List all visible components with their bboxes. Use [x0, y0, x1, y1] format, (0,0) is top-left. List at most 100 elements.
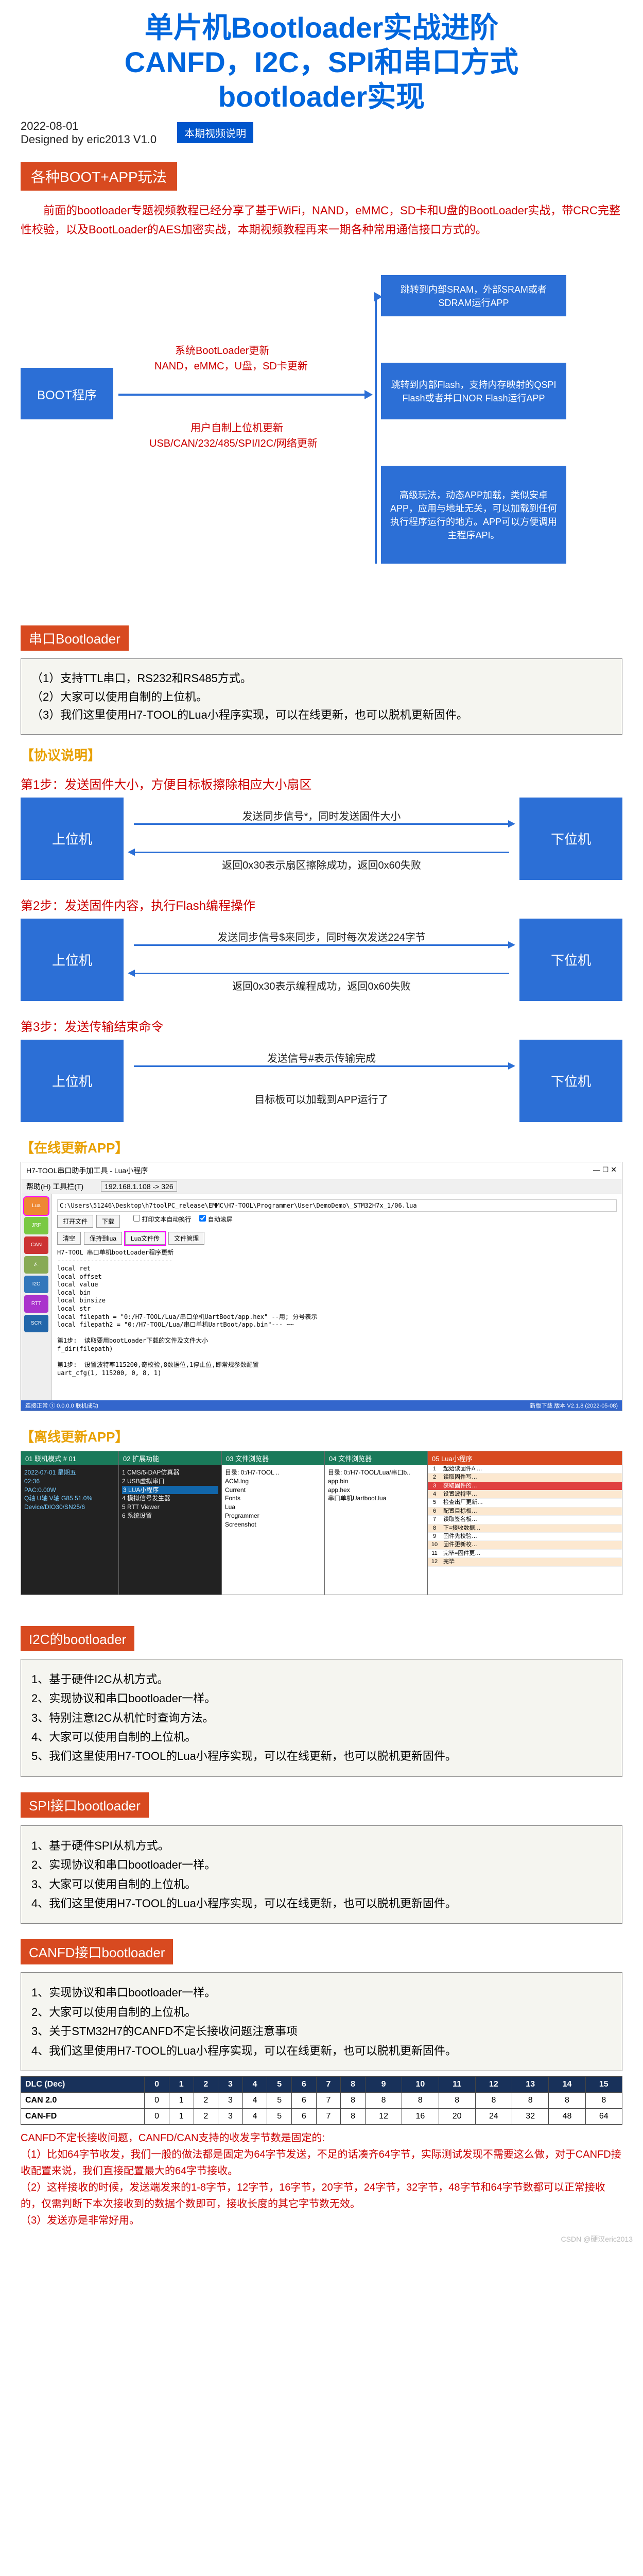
- menu-items[interactable]: 帮助(H) 工具栏(T): [26, 1182, 83, 1191]
- step1-send: 发送同步信号*，同时发送固件大小: [134, 808, 509, 823]
- ext-item-4[interactable]: 4 模拟信号发生器: [122, 1494, 218, 1503]
- off-c3-hdr: 03 文件浏览器: [222, 1451, 324, 1465]
- arrow-main: [118, 394, 366, 396]
- section-uart: 串口Bootloader: [21, 625, 129, 651]
- device-box-2: 下位机: [519, 919, 622, 1001]
- host-box-2: 上位机: [21, 919, 124, 1001]
- sys-media-label: NAND，eMMC，U盘，SD卡更新: [154, 358, 308, 372]
- online-update-section: 【在线更新APP】: [21, 1138, 622, 1157]
- off-c1-body: 2022-07-01 星期五 02:36 PAC:0.00W Q轴 U轴 V轴 …: [21, 1465, 118, 1595]
- i2c-p3: 3、特别注意I2C从机忙时查询方法。: [31, 1708, 612, 1727]
- vertical-connector: [375, 296, 377, 564]
- target-flash-box: 跳转到内部Flash，支持内存映射的QSPI Flash或者并口NOR Flas…: [381, 363, 566, 419]
- user-update-label: 用户自制上位机更新: [190, 419, 283, 434]
- lua-transfer-button[interactable]: Lua文件传: [125, 1232, 165, 1245]
- file-path[interactable]: C:\Users\51246\Desktop\h7toolPC_release\…: [57, 1199, 617, 1212]
- i2c-info-box: 1、基于硬件I2C从机方式。 2、实现协议和串口bootloader一样。 3、…: [21, 1659, 622, 1777]
- uart-point-2: （2）大家可以使用自制的上位机。: [31, 688, 612, 706]
- watermark: CSDN @硬汉eric2013: [0, 2229, 643, 2249]
- sniffer-icon[interactable]: ⍼: [24, 1256, 48, 1274]
- spi-info-box: 1、基于硬件SPI从机方式。 2、实现协议和串口bootloader一样。 3、…: [21, 1825, 622, 1924]
- offline-screenshot: 01 联机模式 # 01 2022-07-01 星期五 02:36 PAC:0.…: [21, 1451, 622, 1595]
- spi-p1: 1、基于硬件SPI从机方式。: [31, 1836, 612, 1855]
- off-c1-hdr: 01 联机模式 # 01: [21, 1451, 118, 1465]
- step3-send: 发送信号#表示传输完成: [134, 1050, 509, 1065]
- off-c2-hdr: 02 扩展功能: [119, 1451, 221, 1465]
- canfd-notes: CANFD不定长接收问题，CANFD/CAN支持的收发字节数是固定的: （1）比…: [21, 2130, 622, 2229]
- canfd-p3: 3、关于STM32H7的CANFD不定长接收问题注意事项: [31, 2022, 612, 2041]
- lua-icon[interactable]: Lua: [24, 1197, 48, 1215]
- lua-list[interactable]: 1起始读固件A …2读取固件写…3获取固件的…4设置波特率…5检查出厂更新…6配…: [428, 1465, 622, 1595]
- device-box-3: 下位机: [519, 1040, 622, 1122]
- window-title: H7-TOOL串口助手加工具 - Lua小程序: [26, 1165, 148, 1176]
- status-right: 新版下载 版本 V2.1.8 (2022-05-08): [530, 1401, 618, 1410]
- step3-done: 目标板可以加载到APP运行了: [134, 1091, 509, 1106]
- uart-info-box: （1）支持TTL串口，RS232和RS485方式。 （2）大家可以使用自制的上位…: [21, 658, 622, 735]
- log-header: H7-TOOL 串口单机bootLoader程序更新 -------------…: [57, 1249, 617, 1265]
- off-c3-body[interactable]: 目录: 0:/H7-TOOL .. ACM.log Current Fonts …: [222, 1465, 324, 1595]
- step3-title: 第3步：发送传输结束命令: [21, 1016, 622, 1035]
- section-boot-app: 各种BOOT+APP玩法: [21, 162, 177, 191]
- title-line-2: CANFD，I2C，SPI和串口方式: [21, 45, 622, 79]
- off-c4-hdr: 04 文件浏览器: [325, 1451, 427, 1465]
- final-2: （2）这样接收的时候，发送端发来的1-8字节，12字节，16字节，20字节，24…: [21, 2179, 622, 2212]
- ext-item-2[interactable]: 2 USB虚拟串口: [122, 1477, 218, 1486]
- i2c-p4: 4、大家可以使用自制的上位机。: [31, 1727, 612, 1747]
- clear-button[interactable]: 清空: [57, 1232, 81, 1245]
- window-controls[interactable]: — ☐ ✕: [593, 1165, 617, 1176]
- section-i2c: I2C的bootloader: [21, 1626, 134, 1651]
- protocol-section: 【协议说明】: [21, 745, 622, 764]
- i2c-icon[interactable]: I2C: [24, 1276, 48, 1293]
- log-output: local ret local offset local value local…: [57, 1265, 617, 1377]
- autowrap-check[interactable]: 打印文本自动换行: [133, 1215, 191, 1228]
- i2c-p1: 1、基于硬件I2C从机方式。: [31, 1670, 612, 1689]
- step2-title: 第2步：发送固件内容，执行Flash编程操作: [21, 895, 622, 913]
- off-c2-body: 1 CMS/5-DAP仿真器 2 USB虚拟串口 3 LUA小程序 4 模拟信号…: [119, 1465, 221, 1595]
- device-box-1: 下位机: [519, 798, 622, 880]
- target-advanced-box: 高级玩法，动态APP加载，类似安卓APP，应用与地址无关，可以加载到任何执行程序…: [381, 466, 566, 564]
- rtt-icon[interactable]: RTT: [24, 1295, 48, 1313]
- step1-recv: 返回0x30表示扇区擦除成功，返回0x60失败: [134, 857, 509, 872]
- step1-title: 第1步：发送固件大小，方便目标板擦除相应大小扇区: [21, 774, 622, 792]
- spi-p2: 2、实现协议和串口bootloader一样。: [31, 1855, 612, 1874]
- download-button[interactable]: 下载: [96, 1215, 120, 1228]
- ext-item-3[interactable]: 3 LUA小程序: [122, 1486, 218, 1495]
- sys-update-label: 系统BootLoader更新: [175, 342, 269, 357]
- final-3: （3）发送亦是非常好用。: [21, 2212, 622, 2229]
- canfd-p2: 2、大家可以使用自制的上位机。: [31, 2003, 612, 2022]
- dlc-table: DLC (Dec)0123456789101112131415 CAN 2.00…: [21, 2076, 622, 2125]
- canfd-info-box: 1、实现协议和串口bootloader一样。 2、大家可以使用自制的上位机。 3…: [21, 1972, 622, 2071]
- title-line-3: bootloader实现: [21, 79, 622, 114]
- canfd-p1: 1、实现协议和串口bootloader一样。: [31, 1983, 612, 2002]
- i2c-p2: 2、实现协议和串口bootloader一样。: [31, 1689, 612, 1708]
- jiff-icon[interactable]: JRF: [24, 1217, 48, 1234]
- spi-p4: 4、我们这里使用H7-TOOL的Lua小程序实现，可以在线更新，也可以脱机更新固…: [31, 1894, 612, 1913]
- ip-field[interactable]: 192.168.1.108 -> 326: [101, 1181, 177, 1192]
- final-0: CANFD不定长接收问题，CANFD/CAN支持的收发字节数是固定的:: [21, 2130, 622, 2146]
- canfd-p4: 4、我们这里使用H7-TOOL的Lua小程序实现，可以在线更新，也可以脱机更新固…: [31, 2041, 612, 2060]
- ext-item-1[interactable]: 1 CMS/5-DAP仿真器: [122, 1468, 218, 1477]
- uart-point-3: （3）我们这里使用H7-TOOL的Lua小程序实现，可以在线更新，也可以脱机更新…: [31, 706, 612, 724]
- autoscroll-check[interactable]: 自动滚屏: [199, 1215, 232, 1228]
- i2c-p5: 5、我们这里使用H7-TOOL的Lua小程序实现，可以在线更新，也可以脱机更新固…: [31, 1747, 612, 1766]
- title-line-1: 单片机Bootloader实战进阶: [21, 10, 622, 45]
- scr-icon[interactable]: SCR: [24, 1315, 48, 1332]
- host-box-1: 上位机: [21, 798, 124, 880]
- video-badge: 本期视频说明: [177, 122, 253, 143]
- status-left: 连接正常 ① 0.0.0.0 联机成功: [25, 1401, 98, 1410]
- file-mgr-button[interactable]: 文件管理: [168, 1232, 204, 1245]
- step2-recv: 返回0x30表示编程成功，返回0x60失败: [134, 978, 509, 993]
- offline-update-section: 【离线更新APP】: [21, 1427, 622, 1446]
- uart-point-1: （1）支持TTL串口，RS232和RS485方式。: [31, 669, 612, 687]
- can-icon[interactable]: CAN: [24, 1236, 48, 1254]
- off-c4-body[interactable]: 目录: 0:/H7-TOOL/Lua/串口b.. app.bin app.hex…: [325, 1465, 427, 1595]
- open-file-button[interactable]: 打开文件: [57, 1215, 93, 1228]
- tool-sidebar: Lua JRF CAN ⍼ I2C RTT SCR: [21, 1194, 52, 1400]
- ext-item-6[interactable]: 6 系统设置: [122, 1512, 218, 1520]
- flow-diagram: BOOT程序 系统BootLoader更新 NAND，eMMC，U盘，SD卡更新…: [21, 249, 622, 610]
- spi-p3: 3、大家可以使用自制的上位机。: [31, 1875, 612, 1894]
- save-lua-button[interactable]: 保持到lua: [84, 1232, 122, 1245]
- meta-date: 2022-08-01: [21, 120, 157, 133]
- meta-author: Designed by eric2013 V1.0: [21, 133, 157, 146]
- ext-item-5[interactable]: 5 RTT Viewer: [122, 1503, 218, 1512]
